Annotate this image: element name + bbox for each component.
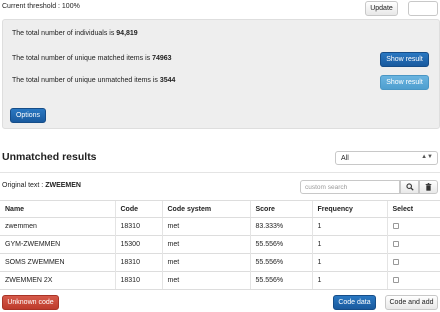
cell-frequency: 1 [311, 217, 387, 236]
search-icon [405, 183, 414, 191]
column-header-select: Select [386, 200, 440, 218]
filter-select[interactable]: All ▲▼ [335, 151, 438, 165]
show-matched-result-button[interactable]: Show result [380, 52, 429, 67]
threshold-input[interactable] [408, 1, 438, 16]
cell-frequency: 1 [311, 271, 387, 290]
table-row[interactable]: zwemmen 18310 met 83.333% 1 [0, 217, 440, 236]
summary-panel: The total number of individuals is 94,81… [2, 19, 440, 129]
unmatched-results-table: Name Code Code system Score Frequency Se… [0, 200, 440, 290]
cell-code: 18310 [114, 217, 162, 236]
column-header-code-system[interactable]: Code system [161, 200, 250, 218]
individuals-line: The total number of individuals is 94,81… [12, 30, 138, 37]
table-row[interactable]: GYM-ZWEMMEN 15300 met 55.556% 1 [0, 235, 440, 254]
cell-code: 18310 [114, 253, 162, 272]
table-header-row: Name Code Code system Score Frequency Se… [0, 200, 440, 218]
cell-code-system: met [161, 271, 250, 290]
cell-score: 55.556% [249, 235, 312, 254]
section-divider [0, 172, 440, 173]
original-text-value: ZWEEMEN [45, 182, 81, 189]
cell-select [386, 235, 440, 254]
clear-button[interactable] [419, 180, 438, 194]
cell-select [386, 271, 440, 290]
cell-name: GYM-ZWEMMEN [0, 235, 115, 254]
current-threshold-label: Current threshold : 100% [2, 3, 80, 10]
cell-select [386, 253, 440, 272]
cell-name: ZWEMMEN 2X [0, 271, 115, 290]
cell-code-system: met [161, 253, 250, 272]
select-checkbox[interactable] [392, 223, 399, 230]
cell-score: 55.556% [249, 253, 312, 272]
select-checkbox[interactable] [392, 277, 399, 284]
search-button[interactable] [400, 180, 419, 194]
unknown-code-button[interactable]: Unknown code [2, 295, 59, 310]
table-row[interactable]: ZWEMMEN 2X 18310 met 55.556% 1 [0, 271, 440, 290]
cell-code: 15300 [114, 235, 162, 254]
cell-frequency: 1 [311, 235, 387, 254]
code-and-add-button[interactable]: Code and add [385, 295, 438, 310]
cell-name: SOMS ZWEMMEN [0, 253, 115, 272]
select-checkbox[interactable] [392, 259, 399, 266]
column-header-score[interactable]: Score [249, 200, 312, 218]
individuals-count: 94,819 [116, 30, 138, 37]
unmatched-line: The total number of unique unmatched ite… [12, 77, 176, 84]
column-header-code[interactable]: Code [114, 200, 162, 218]
custom-search-input[interactable] [300, 180, 400, 194]
update-button[interactable]: Update [365, 1, 398, 16]
trash-icon [425, 183, 432, 191]
unmatched-results-title: Unmatched results [2, 151, 97, 163]
chevron-updown-icon: ▲▼ [421, 154, 433, 160]
cell-name: zwemmen [0, 217, 115, 236]
cell-score: 83.333% [249, 217, 312, 236]
unmatched-count: 3544 [159, 77, 176, 84]
cell-code: 18310 [114, 271, 162, 290]
cell-code-system: met [161, 217, 250, 236]
matched-line: The total number of unique matched items… [12, 55, 172, 62]
show-unmatched-result-button[interactable]: Show result [380, 75, 429, 90]
cell-score: 55.556% [249, 271, 312, 290]
select-checkbox[interactable] [392, 241, 399, 248]
code-data-button[interactable]: Code data [333, 295, 376, 310]
options-button[interactable]: Options [10, 108, 46, 123]
original-text-label: Original text : ZWEEMEN [2, 182, 81, 189]
cell-select [386, 217, 440, 236]
column-header-frequency[interactable]: Frequency [311, 200, 387, 218]
column-header-name[interactable]: Name [0, 200, 115, 218]
filter-selected-value: All [341, 154, 349, 162]
table-row[interactable]: SOMS ZWEMMEN 18310 met 55.556% 1 [0, 253, 440, 272]
cell-frequency: 1 [311, 253, 387, 272]
cell-code-system: met [161, 235, 250, 254]
matched-count: 74963 [152, 55, 172, 62]
